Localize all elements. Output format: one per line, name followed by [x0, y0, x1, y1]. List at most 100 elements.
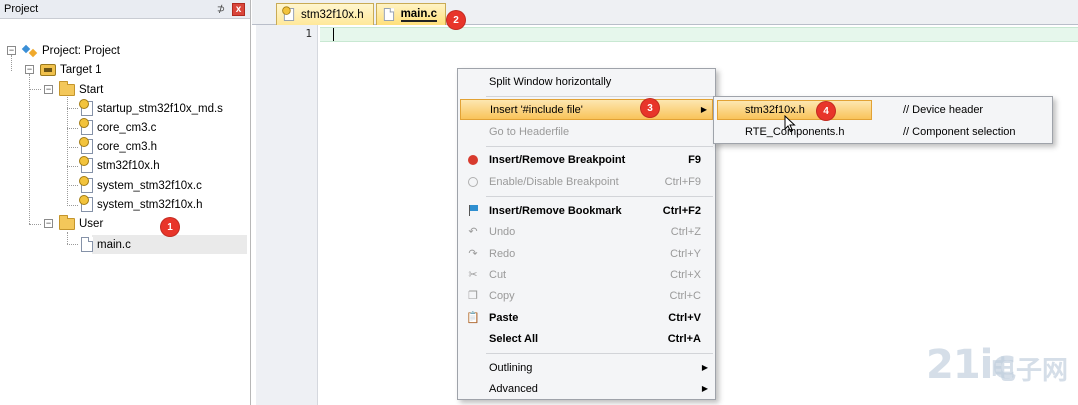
tree-item-label: system_stm32f10x.h [97, 198, 203, 211]
tree-line [67, 205, 78, 206]
tree-item-file[interactable]: system_stm32f10x.c [79, 176, 202, 195]
file-icon [81, 237, 93, 252]
menu-item-label: Split Window horizontally [489, 75, 612, 88]
tree-line [67, 244, 78, 245]
tab-main-c[interactable]: main.c [376, 3, 446, 25]
menu-item-shortcut: Ctrl+Z [670, 225, 701, 238]
tree-item-file[interactable]: system_stm32f10x.h [79, 195, 203, 214]
tree-item-group-start[interactable]: Start [59, 80, 103, 99]
editor-tabbar: stm32f10x.h main.c [252, 0, 1078, 25]
close-icon[interactable]: x [232, 2, 245, 16]
tree-item-file[interactable]: startup_stm32f10x_md.s [79, 99, 223, 118]
menu-item-insert-include[interactable]: Insert '#include file' ▶ [460, 99, 713, 120]
collapse-icon[interactable]: − [7, 46, 16, 55]
menu-item-paste[interactable]: 📋 Paste Ctrl+V [460, 307, 713, 328]
target-icon [40, 63, 56, 76]
watermark-text: 电子网 [990, 355, 1069, 385]
key-file-icon [79, 156, 93, 173]
menu-item-label: Go to Headerfile [489, 125, 570, 138]
tree-item-label: Target 1 [60, 63, 102, 76]
collapse-icon[interactable]: − [44, 85, 53, 94]
tree-item-label: core_cm3.c [97, 121, 157, 134]
menu-separator [486, 353, 713, 354]
menu-item-select-all[interactable]: Select All Ctrl+A [460, 328, 713, 349]
watermark: 21ic 电子网 [926, 342, 1076, 402]
tree-item-file[interactable]: stm32f10x.h [79, 156, 160, 175]
menu-item-shortcut: Ctrl+C [669, 289, 701, 302]
menu-item-cut[interactable]: ✂ Cut Ctrl+X [460, 264, 713, 285]
tree-item-label: startup_stm32f10x_md.s [97, 102, 223, 115]
tab-stm32f10x-h[interactable]: stm32f10x.h [276, 3, 374, 25]
context-menu: Split Window horizontally Insert '#inclu… [457, 68, 716, 400]
submenu-item-rte-components-h[interactable]: RTE_Components.h // Component selection [717, 122, 1049, 142]
key-file-icon [282, 6, 295, 21]
project-panel: Project ⊅ x − Project: Project − Target … [0, 0, 251, 405]
menu-item-label: Paste [489, 311, 519, 324]
menu-item-outlining[interactable]: Outlining ▶ [460, 357, 713, 378]
menu-item-label: Insert/Remove Breakpoint [489, 153, 626, 166]
copy-icon: ❐ [468, 290, 478, 302]
redo-icon: ↷ [468, 248, 478, 260]
tree-item-label: Project: Project [42, 44, 120, 57]
tree-item-file-main-c[interactable]: main.c [81, 235, 131, 254]
menu-item-go-to-headerfile[interactable]: Go to Headerfile [460, 121, 713, 142]
menu-item-undo[interactable]: ↶ Undo Ctrl+Z [460, 221, 713, 242]
menu-item-redo[interactable]: ↷ Redo Ctrl+Y [460, 243, 713, 264]
tree-item-target[interactable]: Target 1 [40, 60, 102, 79]
undo-icon: ↶ [468, 226, 478, 238]
menu-item-shortcut: Ctrl+V [668, 311, 701, 324]
step-badge-1: 1 [161, 218, 179, 236]
submenu-item-description: // Component selection [903, 126, 1016, 138]
tree-item-label: User [79, 217, 104, 230]
submenu-item-name: stm32f10x.h [745, 104, 805, 116]
menu-item-shortcut: Ctrl+Y [670, 247, 701, 260]
menu-item-label: Insert/Remove Bookmark [489, 204, 622, 217]
tree-line [67, 147, 78, 148]
menu-item-enable-disable-breakpoint[interactable]: Enable/Disable Breakpoint Ctrl+F9 [460, 171, 713, 192]
menu-item-shortcut: Ctrl+F9 [664, 175, 701, 188]
submenu-item-name: RTE_Components.h [745, 126, 845, 138]
key-file-icon [79, 195, 93, 212]
folder-icon [59, 214, 75, 230]
menu-item-label: Select All [489, 332, 539, 345]
submenu-item-stm32f10x-h[interactable]: stm32f10x.h // Device header [717, 100, 1049, 120]
tree-item-group-user[interactable]: User [59, 214, 103, 233]
scissors-icon: ✂ [468, 269, 478, 281]
menu-item-shortcut: Ctrl+F2 [662, 204, 701, 217]
tree-item-label: Start [79, 83, 104, 96]
tree-line [29, 74, 30, 224]
current-line-highlight[interactable] [320, 27, 1078, 42]
tree-line [11, 55, 12, 71]
tree-item-project[interactable]: Project: Project [22, 41, 120, 60]
tree-item-label: stm32f10x.h [97, 159, 160, 172]
tree-line [67, 97, 68, 206]
menu-item-shortcut: F9 [688, 153, 701, 166]
collapse-icon[interactable]: − [44, 219, 53, 228]
tree-line [67, 166, 78, 167]
collapse-icon[interactable]: − [25, 65, 34, 74]
menu-item-advanced[interactable]: Advanced ▶ [460, 378, 713, 399]
step-badge-3: 3 [641, 99, 659, 117]
tree-line [29, 224, 41, 225]
tree-item-label: core_cm3.h [97, 140, 158, 153]
tree-line [67, 185, 78, 186]
pin-icon[interactable]: ⊅ [214, 2, 228, 16]
tree-item-file[interactable]: core_cm3.h [79, 137, 158, 156]
key-file-icon [79, 176, 93, 193]
project-panel-title: Project [4, 3, 39, 15]
menu-item-label: Undo [489, 225, 516, 238]
text-caret [333, 28, 334, 41]
menu-item-label: Outlining [489, 361, 533, 374]
menu-item-insert-remove-bookmark[interactable]: Insert/Remove Bookmark Ctrl+F2 [460, 200, 713, 221]
step-badge-2: 2 [447, 11, 465, 29]
tree-item-file[interactable]: core_cm3.c [79, 118, 157, 137]
menu-item-split-window[interactable]: Split Window horizontally [460, 71, 713, 92]
menu-item-shortcut: Ctrl+A [667, 332, 701, 345]
submenu-arrow-icon: ▶ [701, 363, 708, 372]
menu-item-copy[interactable]: ❐ Copy Ctrl+C [460, 285, 713, 306]
submenu-item-description: // Device header [903, 104, 984, 116]
menu-item-insert-remove-breakpoint[interactable]: Insert/Remove Breakpoint F9 [460, 149, 713, 170]
menu-separator [486, 96, 713, 97]
menu-separator [486, 196, 713, 197]
key-file-icon [79, 99, 93, 116]
